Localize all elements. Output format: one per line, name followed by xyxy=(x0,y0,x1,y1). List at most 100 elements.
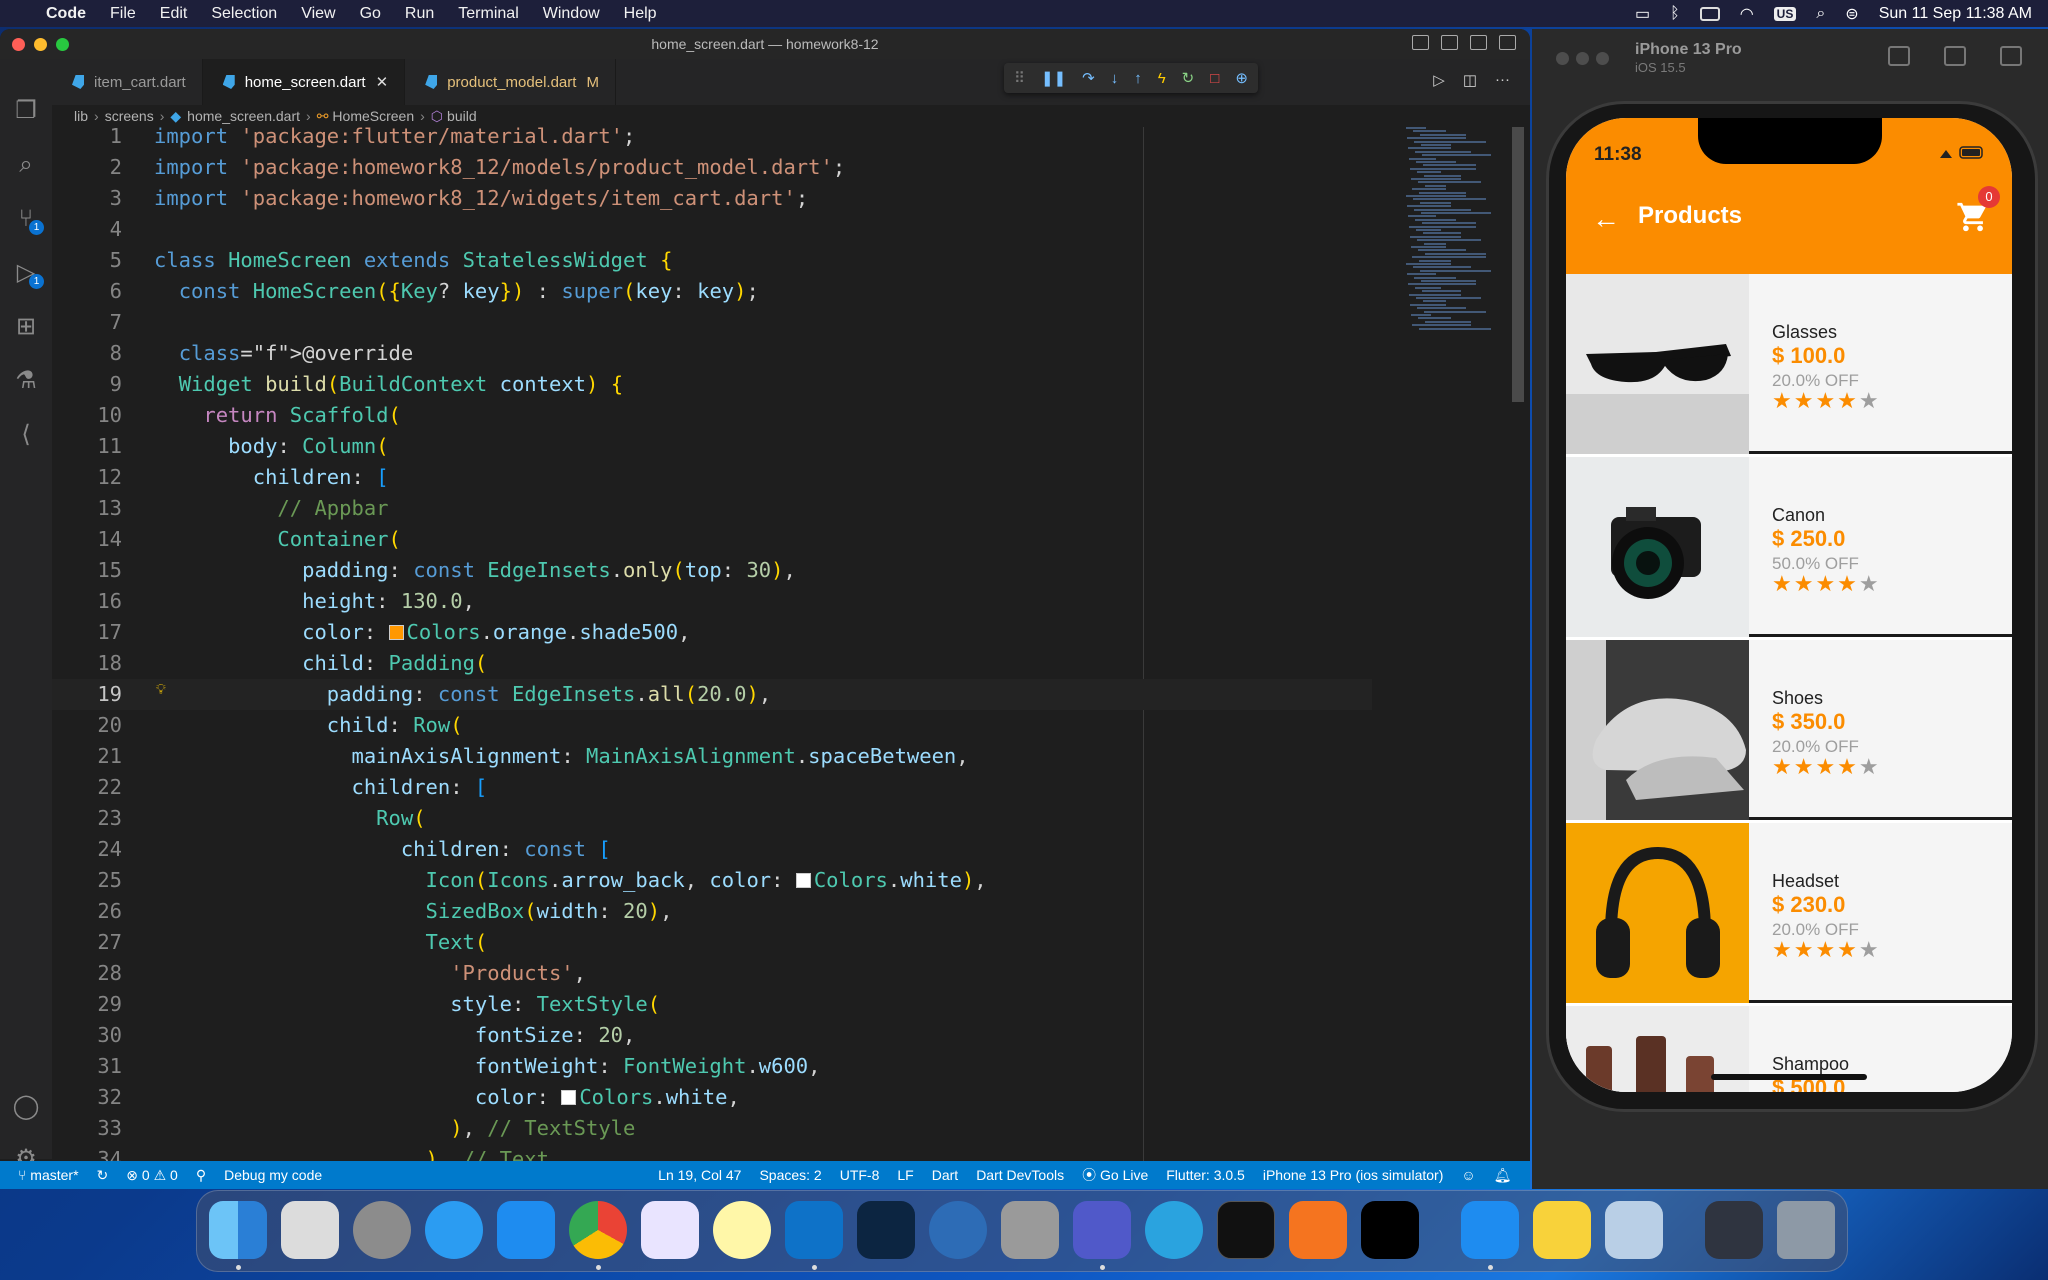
menu-run[interactable]: Run xyxy=(405,5,434,23)
product-card-glasses[interactable]: Glasses $ 100.0 20.0% OFF ★★★★★ xyxy=(1566,274,2012,454)
toggle-secondary-sidebar-icon[interactable] xyxy=(1470,35,1487,50)
line-number[interactable]: 12 xyxy=(80,462,122,493)
line-number[interactable]: 21 xyxy=(80,741,122,772)
cursor-position[interactable]: Ln 19, Col 47 xyxy=(658,1167,741,1183)
line-number[interactable]: 25 xyxy=(80,865,122,896)
explorer-icon[interactable]: ❐ xyxy=(12,97,40,125)
branch-indicator[interactable]: ⑂ master* xyxy=(18,1167,79,1183)
code-line[interactable]: 6 const HomeScreen({Key? key}) : super(k… xyxy=(52,276,1372,307)
flutter-version[interactable]: Flutter: 3.0.5 xyxy=(1166,1167,1245,1183)
code-line[interactable]: 24 children: const [ xyxy=(52,834,1372,865)
sim-close-button[interactable] xyxy=(1556,52,1569,65)
toggle-panel-icon[interactable] xyxy=(1441,35,1458,50)
debug-config-icon[interactable]: ⚲ xyxy=(196,1167,206,1184)
code-editor[interactable]: 1 import 'package:flutter/material.dart';… xyxy=(52,127,1530,1161)
preview-icon[interactable] xyxy=(1605,1201,1663,1259)
device-selector[interactable]: iPhone 13 Pro (ios simulator) xyxy=(1263,1167,1444,1183)
wifi-icon[interactable]: ◠ xyxy=(1740,4,1754,24)
menu-window[interactable]: Window xyxy=(543,5,600,23)
tab-item-cart[interactable]: item_cart.dart xyxy=(52,59,203,105)
source-control-icon[interactable]: ⑂ 1 xyxy=(12,205,44,235)
launchpad-icon[interactable] xyxy=(281,1201,339,1259)
line-number[interactable]: 28 xyxy=(80,958,122,989)
line-number[interactable]: 6 xyxy=(80,276,122,307)
extensions-icon[interactable]: ⊞ xyxy=(12,313,40,341)
instruments-icon[interactable] xyxy=(929,1201,987,1259)
spotlight-search-icon[interactable]: ⌕ xyxy=(1816,5,1825,23)
encoding[interactable]: UTF-8 xyxy=(840,1167,880,1183)
code-line[interactable]: 30 fontSize: 20, xyxy=(52,1020,1372,1051)
line-number[interactable]: 5 xyxy=(80,245,122,276)
line-number[interactable]: 26 xyxy=(80,896,122,927)
editor-scrollbar[interactable] xyxy=(1512,127,1524,402)
hot-reload-icon[interactable]: ϟ xyxy=(1158,70,1166,87)
code-line[interactable]: 32 color: Colors.white, xyxy=(52,1082,1372,1113)
line-number[interactable]: 24 xyxy=(80,834,122,865)
line-number[interactable]: 11 xyxy=(80,431,122,462)
display-icon[interactable]: ▭ xyxy=(1635,4,1650,24)
code-line[interactable]: 5 class HomeScreen extends StatelessWidge… xyxy=(52,245,1372,276)
line-number[interactable]: 7 xyxy=(80,307,122,338)
product-card-headset[interactable]: Headset $ 230.0 20.0% OFF ★★★★★ xyxy=(1566,823,2012,1003)
code-line[interactable]: 10 return Scaffold( xyxy=(52,400,1372,431)
product-card-shoes[interactable]: Shoes $ 350.0 20.0% OFF ★★★★★ xyxy=(1566,640,2012,820)
lightbulb-icon[interactable]: 💡︎ xyxy=(156,681,166,698)
minimap[interactable] xyxy=(1402,127,1512,347)
line-number[interactable]: 33 xyxy=(80,1113,122,1144)
code-line[interactable]: 14 Container( xyxy=(52,524,1372,555)
activity-monitor-icon[interactable] xyxy=(1217,1201,1275,1259)
code-line[interactable]: 12 children: [ xyxy=(52,462,1372,493)
run-icon[interactable]: ▷ xyxy=(1433,71,1445,89)
line-number[interactable]: 8 xyxy=(80,338,122,369)
screenshot-icon[interactable] xyxy=(1944,46,1966,66)
code-line[interactable]: 34 ), // Text xyxy=(52,1144,1372,1161)
line-number[interactable]: 3 xyxy=(80,183,122,214)
code-line[interactable]: 31 fontWeight: FontWeight.w600, xyxy=(52,1051,1372,1082)
breadcrumb-item[interactable]: HomeScreen xyxy=(332,108,414,124)
bezier-app-icon[interactable] xyxy=(713,1201,771,1259)
menu-selection[interactable]: Selection xyxy=(211,5,277,23)
code-line[interactable]: 20 child: Row( xyxy=(52,710,1372,741)
line-number[interactable]: 22 xyxy=(80,772,122,803)
menu-terminal[interactable]: Terminal xyxy=(458,5,518,23)
accounts-icon[interactable]: ◯ xyxy=(12,1093,40,1121)
line-number[interactable]: 1 xyxy=(80,127,122,152)
code-line[interactable]: 28 'Products', xyxy=(52,958,1372,989)
menu-view[interactable]: View xyxy=(301,5,335,23)
trash-icon[interactable] xyxy=(1777,1201,1835,1259)
stop-icon[interactable]: □ xyxy=(1210,70,1219,87)
xcode-icon[interactable] xyxy=(497,1201,555,1259)
chrome-icon[interactable] xyxy=(569,1201,627,1259)
code-line[interactable]: 1 import 'package:flutter/material.dart'; xyxy=(52,127,1372,152)
step-into-icon[interactable]: ↓ xyxy=(1111,70,1119,87)
pause-icon[interactable]: ❚❚ xyxy=(1041,69,1066,87)
code-line[interactable]: 16 height: 130.0, xyxy=(52,586,1372,617)
code-line[interactable]: 3 import 'package:homework8_12/widgets/it… xyxy=(52,183,1372,214)
toggle-sidebar-icon[interactable] xyxy=(1412,35,1429,50)
end-of-line[interactable]: LF xyxy=(897,1167,913,1183)
step-over-icon[interactable]: ↷ xyxy=(1082,69,1095,87)
photoshop-icon[interactable] xyxy=(857,1201,915,1259)
menu-app-name[interactable]: Code xyxy=(46,5,86,23)
line-number[interactable]: 20 xyxy=(80,710,122,741)
line-number[interactable]: 31 xyxy=(80,1051,122,1082)
restart-icon[interactable]: ↻ xyxy=(1182,69,1195,87)
line-number[interactable]: 29 xyxy=(80,989,122,1020)
sim-minimize-button[interactable] xyxy=(1576,52,1589,65)
language-mode[interactable]: Dart xyxy=(932,1167,958,1183)
line-number[interactable]: 30 xyxy=(80,1020,122,1051)
intellij-icon[interactable] xyxy=(1361,1201,1419,1259)
line-number[interactable]: 16 xyxy=(80,586,122,617)
home-icon[interactable] xyxy=(1888,46,1910,66)
rotate-icon[interactable] xyxy=(2000,46,2022,66)
indentation[interactable]: Spaces: 2 xyxy=(759,1167,821,1183)
dart-devtools[interactable]: Dart DevTools xyxy=(976,1167,1064,1183)
code-line[interactable]: 21 mainAxisAlignment: MainAxisAlignment.… xyxy=(52,741,1372,772)
code-line[interactable]: 15 padding: const EdgeInsets.only(top: 3… xyxy=(52,555,1372,586)
code-line[interactable]: 13 // Appbar xyxy=(52,493,1372,524)
vscode-icon[interactable] xyxy=(785,1201,843,1259)
line-number[interactable]: 10 xyxy=(80,400,122,431)
line-number[interactable]: 13 xyxy=(80,493,122,524)
customize-layout-icon[interactable] xyxy=(1499,35,1516,50)
safari-icon[interactable] xyxy=(425,1201,483,1259)
